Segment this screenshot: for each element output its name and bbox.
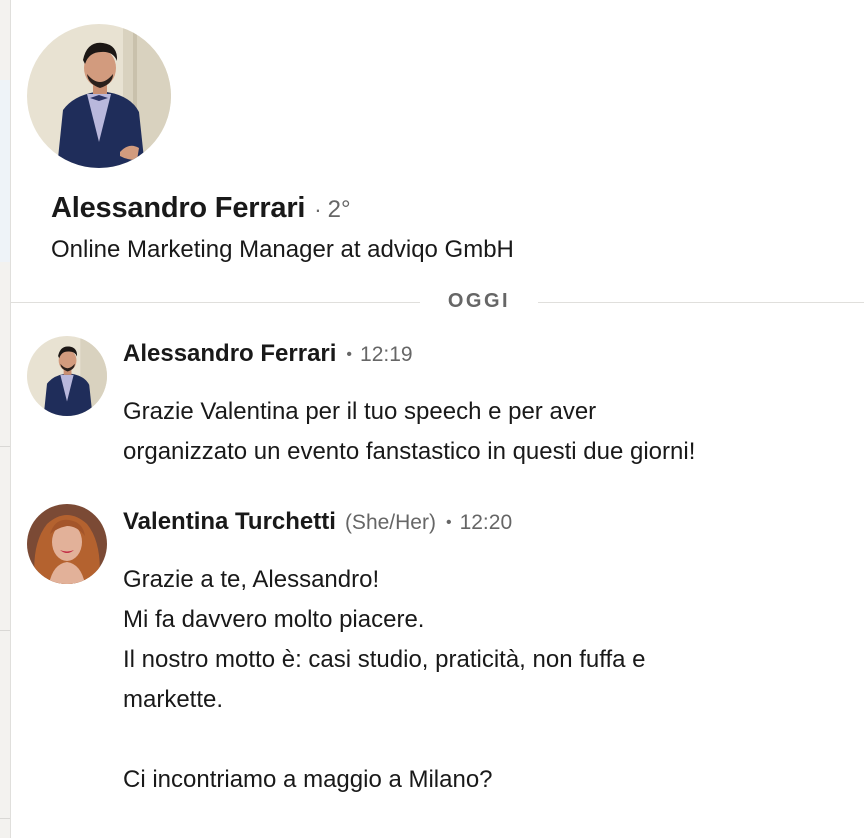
message-body: Grazie a te, Alessandro! Mi fa davvero m…	[123, 560, 646, 800]
message-line: Mi fa davvero molto piacere.	[123, 606, 425, 633]
profile-name-row: Alessandro Ferrari · 2°	[51, 192, 351, 228]
message-time: 12:19	[360, 343, 413, 366]
rail-divider	[0, 818, 10, 819]
message-line: Ci incontriamo a maggio a Milano?	[123, 766, 493, 793]
separator-dot: •	[445, 514, 452, 531]
message-time: 12:20	[459, 511, 513, 534]
message-line: Grazie Valentina per il tuo speech e per…	[123, 398, 597, 425]
message-line: Grazie a te, Alessandro!	[123, 566, 380, 593]
message-sender[interactable]: Alessandro Ferrari	[123, 340, 336, 368]
profile-avatar[interactable]	[27, 24, 171, 168]
profile-headline: Online Marketing Manager at adviqo GmbH	[51, 236, 514, 263]
message-line: markette.	[123, 686, 224, 713]
separator-dot: •	[346, 346, 353, 363]
separator-dot: ·	[314, 197, 322, 222]
rail-divider	[0, 446, 10, 447]
divider-line-right	[538, 302, 864, 303]
connection-degree: 2°	[327, 196, 351, 223]
message-body: Grazie Valentina per il tuo speech e per…	[123, 392, 695, 472]
message-header: Alessandro Ferrari • 12:19	[123, 340, 413, 374]
rail-divider	[0, 630, 10, 631]
message-header: Valentina Turchetti (She/Her) • 12:20	[123, 508, 512, 542]
divider-line-left	[11, 302, 420, 303]
woman-portrait-icon	[27, 504, 107, 584]
man-portrait-icon	[27, 336, 107, 416]
message-line: Il nostro motto è: casi studio, praticit…	[123, 646, 646, 673]
message-line-blank	[123, 720, 646, 760]
message-sender[interactable]: Valentina Turchetti	[123, 508, 336, 536]
day-divider-label: OGGI	[447, 290, 511, 312]
sender-pronouns: (She/Her)	[344, 511, 436, 534]
sender-avatar[interactable]	[27, 336, 107, 416]
sender-avatar[interactable]	[27, 504, 107, 584]
message-line: organizzato un evento fanstastico in que…	[123, 438, 696, 465]
man-portrait-icon	[27, 24, 171, 168]
rail-highlight	[0, 80, 10, 262]
left-rail	[0, 0, 11, 838]
profile-name[interactable]: Alessandro Ferrari	[51, 192, 305, 225]
